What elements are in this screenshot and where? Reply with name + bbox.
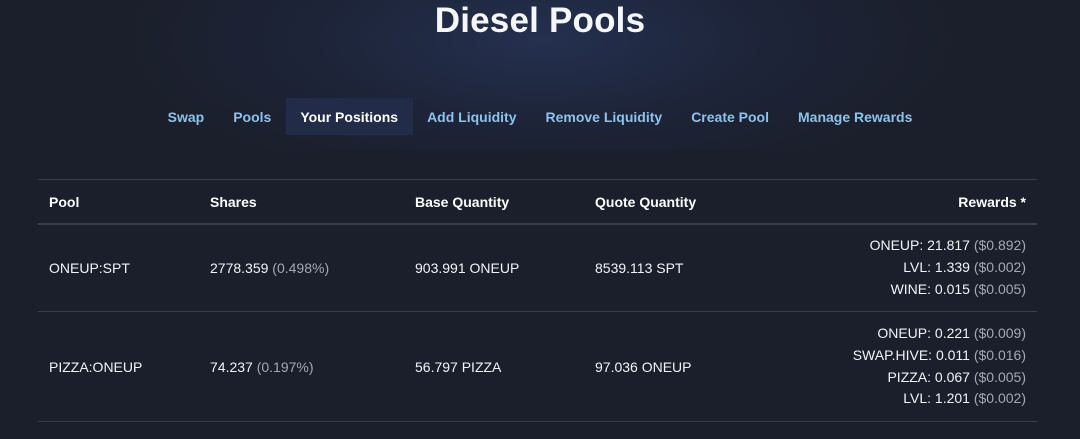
base-quantity: 56.797 PIZZA — [415, 358, 502, 375]
reward-usd: ($0.002) — [973, 259, 1026, 276]
reward-usd: ($0.016) — [973, 346, 1026, 363]
column-header-shares[interactable]: Shares — [210, 180, 257, 223]
shares-value: 74.237 — [210, 358, 253, 375]
reward-line: ONEUP: 0.221 ($0.009) — [877, 323, 1026, 345]
tab-pools[interactable]: Pools — [219, 98, 286, 135]
pool-name: PIZZA:ONEUP — [49, 358, 143, 375]
tab-create-pool[interactable]: Create Pool — [677, 98, 784, 135]
tab-your-positions[interactable]: Your Positions — [285, 98, 413, 135]
reward-usd: ($0.005) — [973, 280, 1026, 297]
reward-line: ONEUP: 21.817 ($0.892) — [870, 235, 1026, 257]
reward-amount: ONEUP: 21.817 — [869, 237, 970, 254]
tab-add-liquidity[interactable]: Add Liquidity — [413, 98, 531, 135]
tab-manage-rewards[interactable]: Manage Rewards — [784, 98, 927, 135]
reward-amount: WINE: 0.015 — [890, 280, 970, 297]
rewards-cell: ONEUP: 0.221 ($0.009) SWAP.HIVE: 0.011 (… — [853, 312, 1026, 421]
reward-amount: PIZZA: 0.067 — [887, 368, 970, 385]
column-header-quote-quantity[interactable]: Quote Quantity — [595, 180, 696, 223]
table-header-row: Pool Shares Base Quantity Quote Quantity… — [38, 180, 1037, 225]
shares-value: 2778.359 — [210, 260, 269, 276]
reward-amount: LVL: 1.201 — [903, 390, 970, 407]
reward-amount: ONEUP: 0.221 — [877, 325, 970, 342]
tab-remove-liquidity[interactable]: Remove Liquidity — [531, 98, 677, 135]
column-header-pool[interactable]: Pool — [49, 180, 79, 223]
reward-line: WINE: 0.015 ($0.005) — [891, 279, 1026, 301]
shares-percent: (0.498%) — [272, 260, 330, 276]
tab-swap[interactable]: Swap — [153, 98, 219, 135]
reward-usd: ($0.002) — [973, 390, 1026, 407]
rewards-cell: ONEUP: 21.817 ($0.892) LVL: 1.339 ($0.00… — [870, 225, 1026, 311]
base-quantity: 903.991 ONEUP — [415, 260, 520, 276]
shares-cell: 2778.359 (0.498%) — [210, 225, 329, 311]
pool-name: ONEUP:SPT — [49, 260, 130, 276]
reward-amount: SWAP.HIVE: 0.011 — [852, 346, 970, 363]
page-title: Diesel Pools — [434, 1, 646, 40]
reward-usd: ($0.892) — [973, 237, 1026, 254]
reward-usd: ($0.009) — [973, 325, 1026, 342]
reward-usd: ($0.005) — [973, 368, 1026, 385]
reward-line: SWAP.HIVE: 0.011 ($0.016) — [853, 345, 1026, 367]
table-row: PIZZA:ONEUP 74.237 (0.197%) 56.797 PIZZA… — [38, 312, 1037, 422]
column-header-rewards[interactable]: Rewards * — [958, 180, 1026, 223]
reward-line: PIZZA: 0.067 ($0.005) — [887, 367, 1026, 389]
positions-table: Pool Shares Base Quantity Quote Quantity… — [38, 179, 1037, 422]
reward-line: LVL: 1.339 ($0.002) — [903, 257, 1026, 279]
column-header-base-quantity[interactable]: Base Quantity — [415, 180, 509, 223]
reward-line: LVL: 1.201 ($0.002) — [903, 388, 1026, 410]
table-row: ONEUP:SPT 2778.359 (0.498%) 903.991 ONEU… — [38, 225, 1037, 312]
shares-percent: (0.197%) — [256, 358, 314, 375]
reward-amount: LVL: 1.339 — [903, 259, 970, 276]
shares-cell: 74.237 (0.197%) — [210, 312, 314, 421]
pool-navigation: Swap Pools Your Positions Add Liquidity … — [0, 98, 1080, 135]
quote-quantity: 8539.113 SPT — [595, 260, 684, 276]
quote-quantity: 97.036 ONEUP — [595, 358, 692, 375]
